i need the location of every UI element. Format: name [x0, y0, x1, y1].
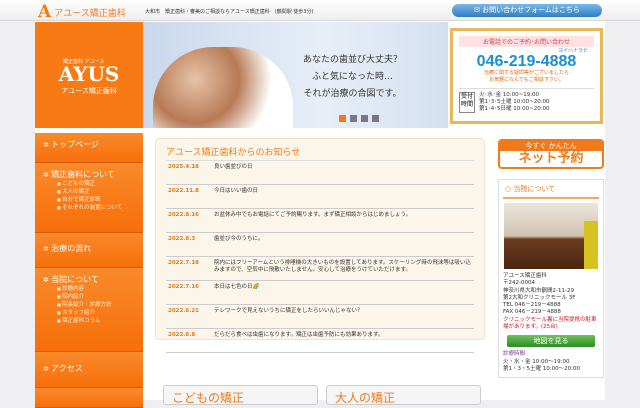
news-date: 2022.6.21 — [168, 308, 199, 314]
news-text[interactable]: だらだら食べは虫歯になります。矯正は虫歯予防にも効果あります。 — [214, 332, 383, 339]
news-row[interactable]: 2022.6.21 テレワークで見えないうちに矯正をしたらいいんじゃない？ — [166, 305, 474, 329]
parking-note: クリニックモール裏に当院提携の駐車場があります。(25台) — [503, 316, 597, 331]
net-main: ネット予約 — [518, 151, 584, 166]
hours-line: 第1･3･5土曜 10:00~20:00 — [479, 99, 550, 105]
news-row[interactable]: 2025.4.18 良い歯並びの日 — [166, 161, 474, 185]
nav-subitem[interactable]: スタッフ紹介 — [43, 309, 135, 317]
about-title: ○ 当院について — [503, 180, 599, 199]
news-date: 2022.7.18 — [168, 260, 199, 266]
nav-subitem[interactable]: それぞれの装置について — [43, 204, 135, 212]
news-row[interactable]: 2022.11.8 今日はいい歯の日 — [166, 185, 474, 209]
nav-subitem[interactable]: 院内紹介 — [43, 293, 135, 301]
slide-dot[interactable] — [350, 115, 357, 122]
postal-code: 〒242-0004 — [503, 280, 535, 287]
nav-subitem[interactable]: 院長紹介・診療方針 — [43, 301, 135, 309]
hero-line: ふと気になった時… — [312, 72, 394, 82]
news-text[interactable]: 歯並び今のうちに。 — [214, 236, 264, 243]
phone-label: お電話でのご予約･お問い合わせ — [459, 36, 594, 47]
news-date: 2025.4.18 — [168, 164, 199, 170]
news-row[interactable]: 2022.6.8 だらだら食べは虫歯になります。矯正は虫歯予防にも効果あります。 — [166, 329, 474, 353]
phone-message: お気軽になんでもご相談下さい。 — [489, 77, 564, 83]
news-row[interactable]: 2022.7.18 院内にはフリーアームという排唾機の大きいものを設置してあります… — [166, 257, 474, 281]
slide-dot[interactable] — [339, 115, 346, 122]
nav-item-flow[interactable]: 治療の流れ — [43, 243, 135, 254]
net-top: 今すぐ かんたん — [500, 141, 602, 151]
about-title-text: 当院について — [513, 185, 556, 193]
news-text[interactable]: お盆休み中でもお電話にてご予約賜ります。まず矯正相談からはじめましょう。 — [214, 212, 411, 219]
site-logo[interactable]: A アユース矯正歯科 — [38, 2, 126, 22]
clinic-photo — [504, 203, 598, 269]
news-text[interactable]: 良い歯並びの日 — [214, 164, 253, 171]
hero-slider: あなたの歯並び大丈夫？ ふと気になった時… それが治療の合図です。 — [143, 22, 448, 128]
nav-subitem[interactable]: こどもの矯正 — [43, 180, 135, 188]
nav-item-orthodontics[interactable]: 矯正歯科について — [43, 169, 135, 180]
map-button[interactable]: 地図を見る — [507, 335, 595, 348]
about-box: ○ 当院について アユース矯正歯科 〒242-0004 神奈川県大和市鶴間2-1… — [498, 179, 604, 379]
nav-subitem[interactable]: 診療内容 — [43, 285, 135, 293]
phone-message: 治療に関する疑問等がございましたら — [483, 70, 569, 76]
brand-block[interactable]: 矯正歯科 アユース AYUS アユース矯正歯科 — [35, 22, 143, 128]
hero-line: それが治療の合図です。 — [303, 89, 402, 99]
nav-subitem[interactable]: 矯正歯科コラム — [43, 317, 135, 325]
news-date: 2022.8.16 — [168, 212, 199, 218]
nav-item-clinic[interactable]: 当院について — [43, 274, 135, 285]
brand-name: アユース矯正歯科 — [61, 87, 117, 95]
slide-dot[interactable] — [372, 115, 379, 122]
news-row[interactable]: 2022.8.3 歯並び今のうちに。 — [166, 233, 474, 257]
hero-photo — [153, 47, 293, 128]
contact-form-button[interactable]: ✉ お問い合わせフォームはこちら — [452, 4, 602, 17]
hero-copy: あなたの歯並び大丈夫？ ふと気になった時… それが治療の合図です。 — [303, 52, 402, 103]
news-text[interactable]: 院内にはフリーアームという排唾機の大きいものを設置してあります。スケーリング時の… — [214, 260, 472, 274]
card-child-ortho[interactable]: こどもの矯正 — [163, 385, 318, 405]
top-bar: A アユース矯正歯科 大和市 矯正歯科・審美のご相談ならアユース矯正歯科 (鶴間駅… — [0, 0, 640, 22]
net-reservation-button[interactable]: 今すぐ かんたん ネット予約 — [498, 139, 604, 169]
hours-line: 第1･4･5日曜 10:00~20:00 — [479, 106, 550, 112]
nav-item-access[interactable]: アクセス — [43, 363, 135, 374]
news-date: 2022.7.16 — [168, 284, 199, 290]
nav-subitem[interactable]: 自分で矯正診断 — [43, 196, 135, 204]
card-adult-ortho[interactable]: 大人の矯正 — [326, 385, 481, 405]
news-date: 2022.11.8 — [168, 188, 199, 194]
hours-title: 診療時間 — [503, 351, 526, 358]
phone-number[interactable]: 046-219-4888 — [453, 54, 600, 70]
fax: FAX 046－219－4888 — [503, 309, 561, 316]
slide-dot[interactable] — [361, 115, 368, 122]
hero-line: あなたの歯並び大丈夫？ — [303, 55, 403, 65]
feature-cards: こどもの矯正 大人の矯正 — [163, 385, 481, 405]
sidebar-nav: トップページ 矯正歯科について こどもの矯正 大人の矯正 自分で矯正診断 それぞ… — [35, 133, 143, 408]
hours-line: 火・水・金 10:00〜19:00 — [503, 358, 570, 365]
news-row[interactable]: 2022.7.16 本日は七色の日🌈 — [166, 281, 474, 305]
slider-dots — [339, 115, 379, 122]
nav-item-top[interactable]: トップページ — [43, 139, 135, 150]
brand-logo: AYUS — [58, 62, 120, 86]
news-box: アユース矯正歯科からのお知らせ 2025.4.18 良い歯並びの日 2022.11… — [155, 138, 485, 353]
building: 第2大和クリニックモール 3F — [503, 294, 576, 301]
news-row[interactable]: 2022.8.16 お盆休み中でもお電話にてご予約賜ります。まず矯正相談からはじめ… — [166, 209, 474, 233]
news-text[interactable]: 今日はいい歯の日 — [214, 188, 258, 195]
news-text[interactable]: 本日は七色の日🌈 — [214, 284, 259, 291]
phone-box: お電話でのご予約･お問い合わせ ヨイハナラビ 046-219-4888 治療に関… — [450, 28, 603, 124]
news-text[interactable]: テレワークで見えないうちに矯正をしたらいいんじゃない？ — [214, 308, 363, 315]
news-title: アユース矯正歯科からのお知らせ — [166, 145, 474, 161]
hours-label: 受付時間 — [459, 92, 475, 113]
tagline: 大和市 矯正歯科・審美のご相談ならアユース矯正歯科 (鶴間駅 徒歩3分) — [145, 9, 314, 15]
nav-subitem[interactable]: 大人の矯正 — [43, 188, 135, 196]
news-date: 2022.6.8 — [168, 332, 196, 338]
address: 神奈川県大和市鶴間2-11-29 — [503, 287, 574, 294]
news-date: 2022.8.3 — [168, 236, 196, 242]
right-column: 今すぐ かんたん ネット予約 ○ 当院について アユース矯正歯科 〒242-00… — [498, 139, 604, 379]
hours-line: 火･水･金 10:00~19:00 — [479, 92, 540, 98]
hours-line: 第1・3・5土曜 10:00〜20:00 — [503, 365, 580, 372]
brand-sub: 矯正歯科 アユース — [63, 59, 105, 65]
tel: TEL 046－219－4888 — [503, 302, 561, 309]
logo-mark: A — [38, 2, 52, 22]
logo-text: アユース矯正歯科 — [54, 8, 126, 19]
